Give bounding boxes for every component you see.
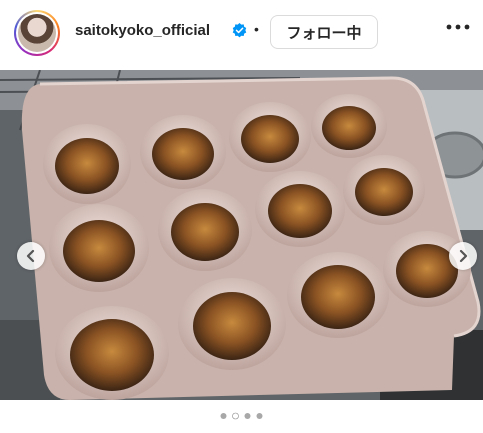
following-button[interactable]: フォロー中 — [270, 15, 378, 49]
avatar-image — [16, 12, 58, 54]
previous-slide-button[interactable] — [17, 242, 45, 270]
next-slide-button[interactable] — [449, 242, 477, 270]
muffin-tray-image — [0, 70, 483, 400]
more-options-icon[interactable] — [446, 24, 470, 30]
chevron-left-icon — [26, 249, 35, 263]
carousel-dot — [220, 413, 227, 419]
profile-avatar[interactable] — [14, 10, 60, 56]
carousel-dot — [232, 412, 239, 420]
carousel-dot — [244, 413, 251, 419]
carousel-dot — [256, 413, 263, 419]
username-link[interactable]: saitokyoko_official — [75, 22, 210, 39]
verified-badge-icon — [232, 23, 247, 38]
avatar-photo — [18, 14, 56, 52]
chevron-right-icon — [459, 249, 468, 263]
post-header: saitokyoko_official • フォロー中 — [0, 0, 483, 68]
carousel-indicator — [220, 412, 263, 420]
separator-dot: • — [254, 21, 259, 37]
post-photo[interactable] — [0, 70, 483, 400]
